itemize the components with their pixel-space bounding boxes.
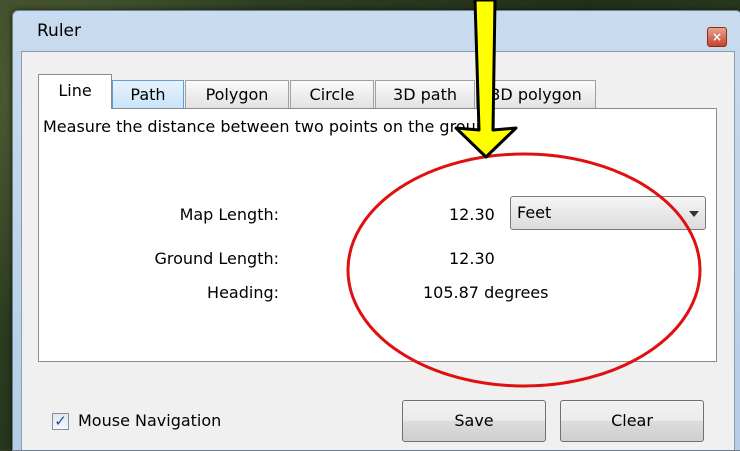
mouse-navigation-checkbox[interactable]: ✓ [52,413,69,430]
description-text: Measure the distance between two points … [43,117,497,136]
map-length-label: Map Length: [179,205,279,224]
ruler-dialog: Ruler × Line Path Polygon Circle 3D path… [12,10,740,451]
unit-selected-value: Feet [517,203,552,222]
ground-length-value: 12.30 [449,249,495,268]
tab-3d-path[interactable]: 3D path [375,80,475,108]
checkmark-icon: ✓ [54,412,67,430]
line-tab-panel: Measure the distance between two points … [38,108,717,362]
unit-select[interactable]: Feet [510,196,706,230]
chevron-down-icon [689,211,699,217]
heading-value: 105.87 degrees [423,283,549,302]
title-bar[interactable]: Ruler × [13,11,740,51]
window-title: Ruler [37,21,81,41]
tab-path[interactable]: Path [112,80,184,108]
save-button[interactable]: Save [402,400,546,442]
map-length-value: 12.30 [449,205,495,224]
tab-3d-polygon[interactable]: 3D polygon [476,80,596,108]
tab-line[interactable]: Line [38,74,112,109]
ground-length-label: Ground Length: [154,249,279,268]
heading-label: Heading: [207,283,279,302]
close-icon: × [711,30,723,44]
close-button[interactable]: × [707,27,727,47]
clear-button[interactable]: Clear [560,400,704,442]
mouse-navigation-label[interactable]: Mouse Navigation [78,411,221,430]
dialog-client-area: Line Path Polygon Circle 3D path 3D poly… [21,51,735,450]
tab-polygon[interactable]: Polygon [185,80,289,108]
tab-circle[interactable]: Circle [290,80,374,108]
